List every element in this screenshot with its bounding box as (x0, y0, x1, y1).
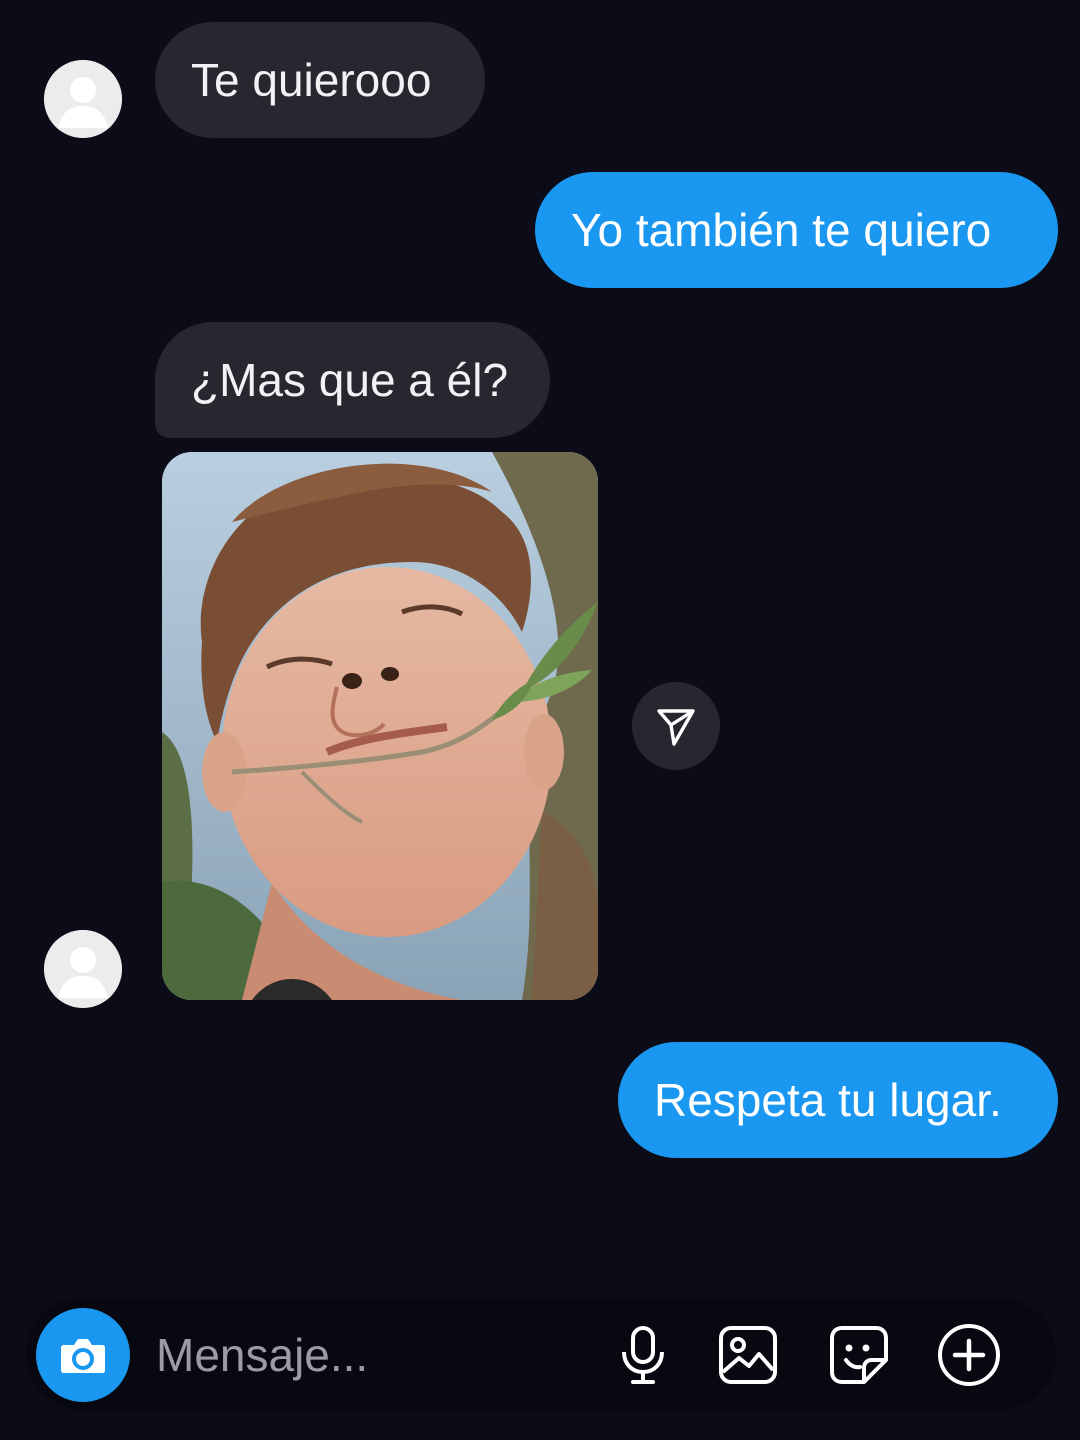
share-photo-button[interactable] (632, 682, 720, 770)
contact-avatar[interactable] (44, 930, 122, 1008)
gallery-icon (719, 1326, 777, 1384)
message-bubble-incoming[interactable]: ¿Mas que a él? (155, 322, 550, 438)
photo-image (162, 452, 598, 1000)
message-input[interactable] (150, 1318, 602, 1392)
sticker-icon (830, 1326, 888, 1384)
default-avatar-icon (44, 60, 122, 138)
voice-message-button[interactable] (610, 1322, 676, 1388)
message-text: Respeta tu lugar. (654, 1074, 1002, 1126)
paper-plane-icon (657, 709, 695, 746)
message-bubble-outgoing[interactable]: Respeta tu lugar. (618, 1042, 1058, 1158)
contact-avatar[interactable] (44, 60, 122, 138)
chat-screen: Te quierooo Yo también te quiero ¿Mas qu… (0, 0, 1080, 1440)
gallery-button[interactable] (715, 1322, 781, 1388)
shared-photo[interactable] (162, 452, 598, 1000)
more-options-button[interactable] (936, 1322, 1002, 1388)
message-bubble-outgoing[interactable]: Yo también te quiero (535, 172, 1058, 288)
camera-icon (61, 1339, 105, 1373)
message-text: ¿Mas que a él? (191, 354, 509, 406)
camera-button[interactable] (36, 1308, 130, 1402)
default-avatar-icon (44, 930, 122, 1008)
message-text: Yo también te quiero (571, 204, 992, 256)
message-bubble-incoming[interactable]: Te quierooo (155, 22, 485, 138)
microphone-icon (622, 1326, 664, 1384)
message-text: Te quierooo (191, 54, 432, 106)
sticker-button[interactable] (826, 1322, 892, 1388)
plus-circle-icon (938, 1324, 1000, 1386)
